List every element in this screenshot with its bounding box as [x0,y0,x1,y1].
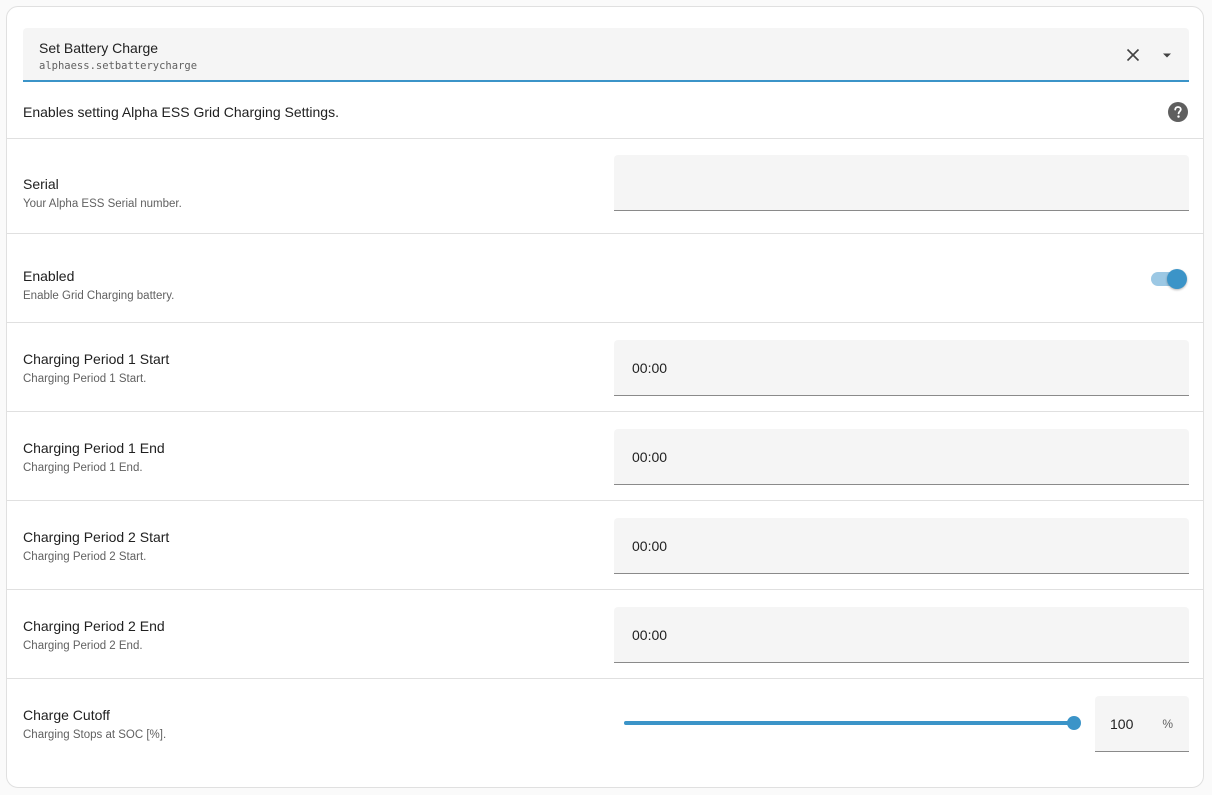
charge-cutoff-value: 100 [1110,716,1134,732]
field-row-serial: Serial Your Alpha ESS Serial number. [7,139,1203,234]
period1-start-input[interactable] [614,340,1189,396]
period2-end-input[interactable] [614,607,1189,663]
period1-end-input[interactable] [614,429,1189,485]
field-description-period2-end: Charging Period 2 End. [23,640,143,652]
field-label-period1-start: Charging Period 1 Start [23,351,170,367]
slider-fill [624,721,1074,725]
field-label-period2-end: Charging Period 2 End [23,618,165,634]
charge-cutoff-unit: % [1162,717,1173,731]
enabled-toggle[interactable] [1151,269,1187,289]
field-label-period2-start: Charging Period 2 Start [23,529,170,545]
field-row-charge-cutoff: Charge Cutoff Charging Stops at SOC [%].… [7,679,1203,787]
field-row-period2-start: Charging Period 2 Start Charging Period … [7,501,1203,590]
charge-cutoff-slider[interactable] [624,713,1081,733]
field-label-serial: Serial [23,176,59,192]
field-row-enabled: Enabled Enable Grid Charging battery. [7,234,1203,323]
service-id: alphaess.setbatterycharge [39,60,198,72]
field-description-charge-cutoff: Charging Stops at SOC [%]. [23,729,167,741]
period2-start-input[interactable] [614,518,1189,574]
service-picker[interactable]: Set Battery Charge alphaess.setbatterych… [23,28,1189,82]
slider-thumb[interactable] [1067,716,1081,730]
field-description-period1-start: Charging Period 1 Start. [23,373,147,385]
field-row-period1-start: Charging Period 1 Start Charging Period … [7,323,1203,412]
service-description: Enables setting Alpha ESS Grid Charging … [23,104,339,120]
field-row-period1-end: Charging Period 1 End Charging Period 1 … [7,412,1203,501]
field-row-period2-end: Charging Period 2 End Charging Period 2 … [7,590,1203,679]
close-icon[interactable] [1123,45,1143,65]
service-description-row: Enables setting Alpha ESS Grid Charging … [7,91,1203,139]
field-label-charge-cutoff: Charge Cutoff [23,707,110,723]
field-label-enabled: Enabled [23,268,75,284]
field-description-period1-end: Charging Period 1 End. [23,462,143,474]
toggle-thumb [1167,269,1187,289]
service-name: Set Battery Charge [39,40,159,56]
menu-down-icon[interactable] [1157,45,1177,65]
field-description-enabled: Enable Grid Charging battery. [23,290,175,302]
charge-cutoff-number-input[interactable]: 100 % [1095,696,1189,752]
field-description-period2-start: Charging Period 2 Start. [23,551,147,563]
help-circle-icon[interactable] [1167,101,1189,123]
field-label-period1-end: Charging Period 1 End [23,440,165,456]
field-description-serial: Your Alpha ESS Serial number. [23,198,182,210]
service-call-card: Set Battery Charge alphaess.setbatterych… [6,6,1204,788]
serial-input[interactable] [614,155,1189,211]
